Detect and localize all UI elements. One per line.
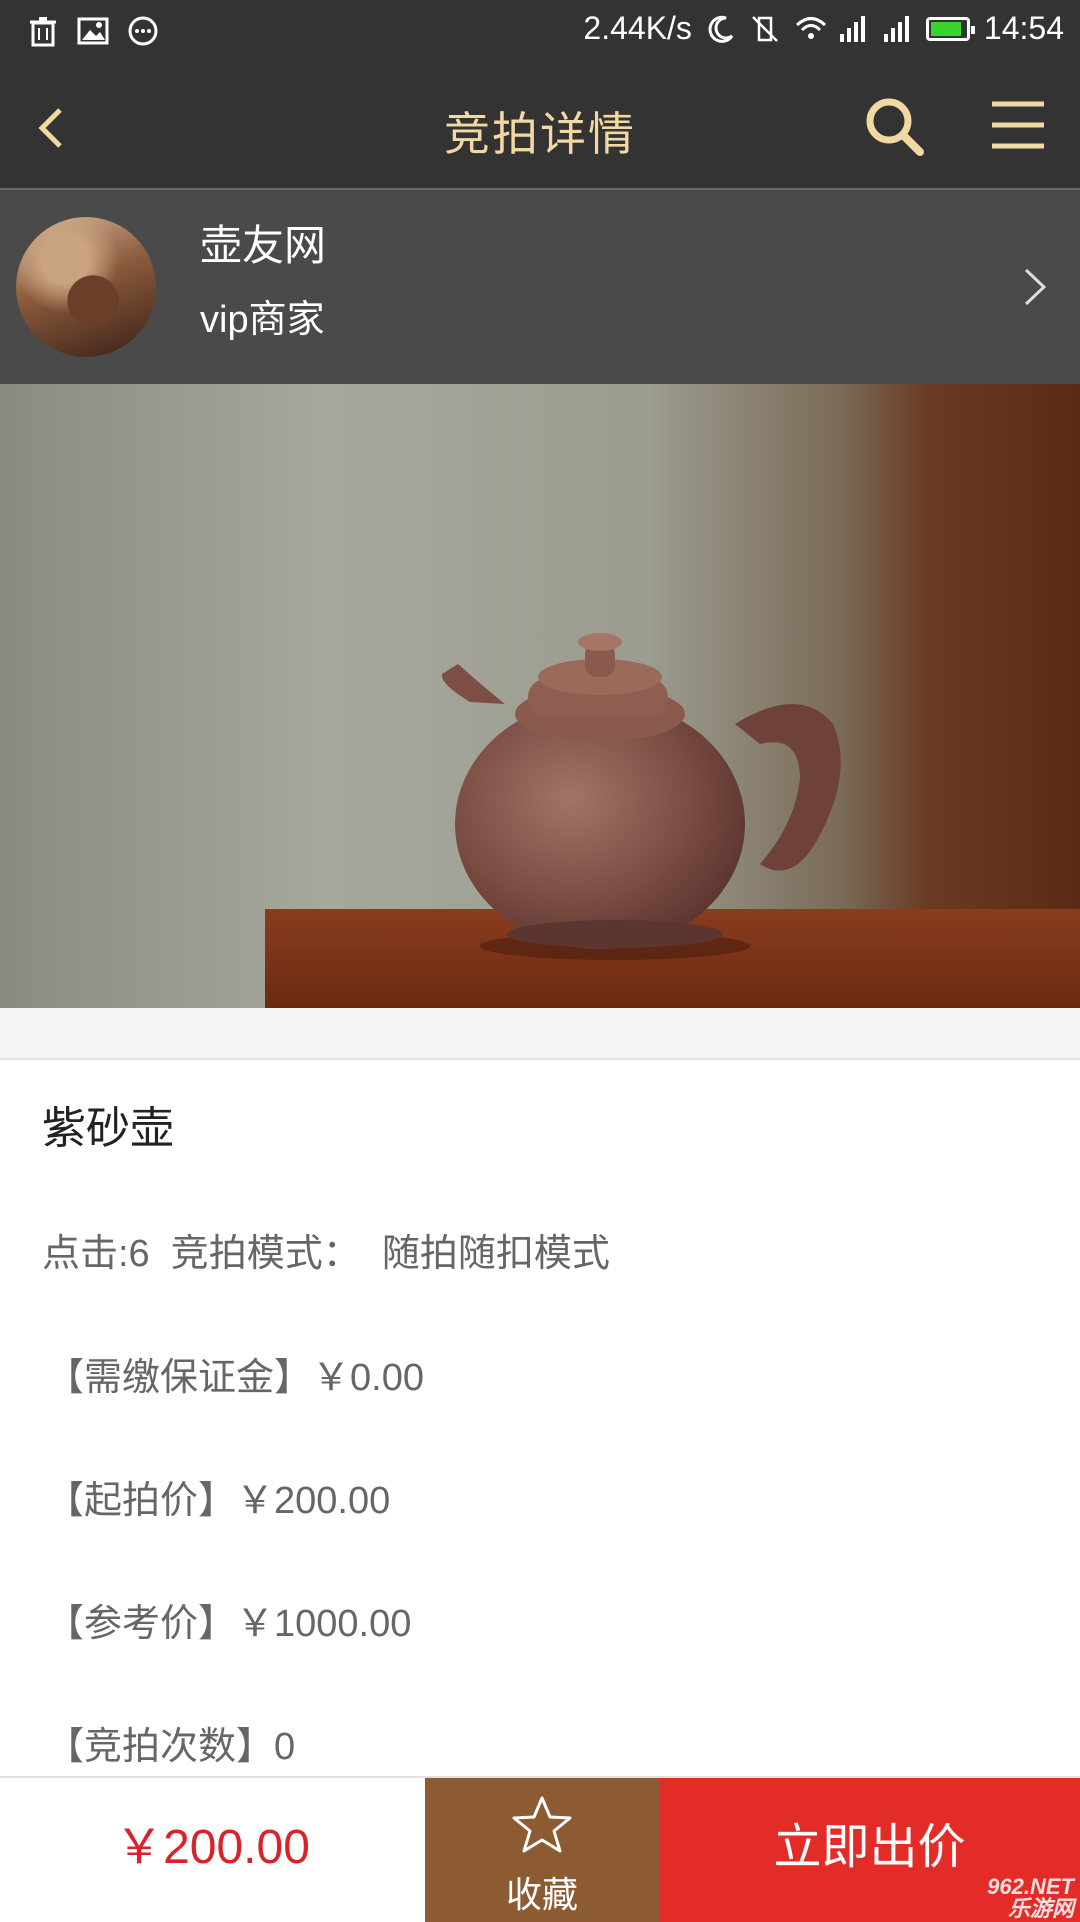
section-divider — [0, 1008, 1080, 1060]
title-bar: 竞拍详情 — [0, 62, 1080, 190]
clock: 14:54 — [983, 10, 1064, 46]
item-title: 紫砂壶 — [42, 1104, 174, 1153]
search-icon — [866, 98, 924, 156]
hamburger-menu-icon — [992, 101, 1044, 149]
search-button[interactable] — [862, 94, 926, 158]
teapot-illustration — [441, 633, 841, 960]
status-bar: 2.44K/s 14:54 — [0, 0, 1080, 62]
current-price: ￥200.00 — [115, 1821, 310, 1874]
star-icon — [512, 1796, 572, 1853]
chevron-right-icon — [1020, 262, 1050, 312]
trash-icon — [26, 14, 60, 48]
message-icon — [126, 14, 160, 48]
shop-tag: vip商家 — [200, 299, 325, 341]
favorite-label: 收藏 — [505, 1874, 578, 1915]
image-icon — [76, 14, 110, 48]
watermark-text: 962.NET — [987, 1874, 1074, 1899]
favorite-button[interactable]: 收藏 — [425, 1778, 659, 1922]
notification-icons — [26, 14, 160, 48]
signal-icon-2 — [882, 14, 912, 44]
moon-icon — [706, 14, 736, 44]
clicks-and-mode: 点击:6 竞拍模式： 随拍随扣模式 — [42, 1233, 610, 1275]
deposit-info: 【需缴保证金】￥0.00 — [46, 1357, 424, 1399]
watermark-subtext: 乐游网 — [1007, 1896, 1074, 1921]
watermark-logo: 962.NET 乐游网 — [934, 1874, 1074, 1920]
shop-info-row[interactable]: 壶友网 vip商家 — [0, 190, 1080, 384]
start-price-info: 【起拍价】￥200.00 — [46, 1480, 391, 1522]
battery-icon — [925, 16, 975, 41]
menu-button[interactable] — [990, 98, 1046, 152]
signal-icon-1 — [838, 14, 868, 44]
reference-price-info: 【参考价】￥1000.00 — [46, 1603, 412, 1645]
shop-name: 壶友网 — [200, 222, 327, 269]
product-image — [0, 384, 1080, 1008]
network-speed: 2.44K/s — [583, 10, 692, 46]
vibrate-off-icon — [750, 14, 780, 44]
battery-fill — [930, 21, 961, 36]
bottom-action-bar: ￥200.00 收藏 立即出价 962.NET 乐游网 — [0, 1776, 1080, 1922]
shop-avatar — [16, 217, 156, 357]
wifi-icon — [794, 14, 826, 44]
bid-count-info: 【竞拍次数】0 — [46, 1726, 296, 1768]
